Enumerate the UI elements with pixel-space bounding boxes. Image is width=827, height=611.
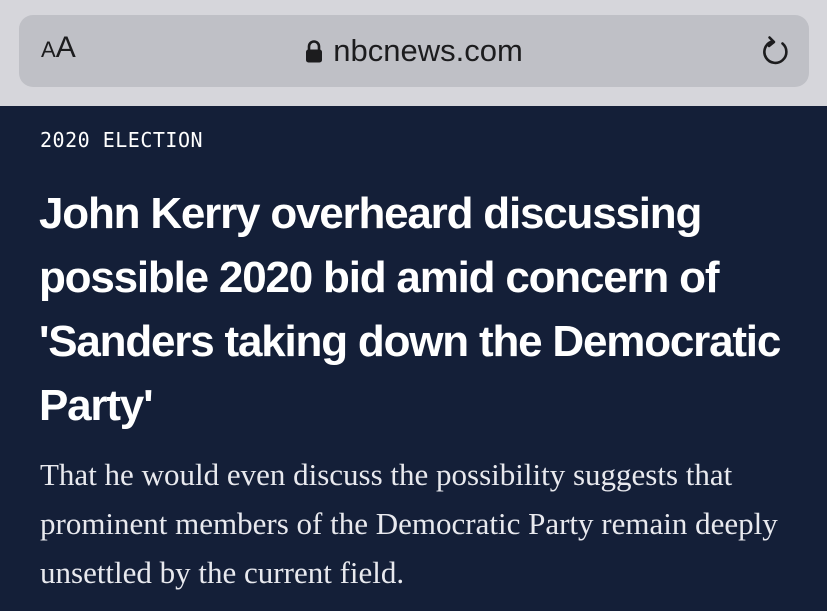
browser-toolbar: AA nbcnews.com: [0, 0, 827, 106]
section-label[interactable]: 2020 ELECTION: [40, 128, 203, 152]
reload-icon: [763, 36, 788, 65]
url-display[interactable]: nbcnews.com: [19, 33, 809, 71]
lock-icon: [305, 35, 323, 71]
address-bar[interactable]: AA nbcnews.com: [19, 15, 809, 87]
reload-button[interactable]: [759, 35, 793, 69]
article-header: 2020 ELECTION John Kerry overheard discu…: [0, 106, 827, 611]
article-headline: John Kerry overheard discussing possible…: [39, 189, 781, 430]
url-text: nbcnews.com: [333, 33, 523, 68]
article-dek: That he would even discuss the possibili…: [40, 457, 778, 590]
